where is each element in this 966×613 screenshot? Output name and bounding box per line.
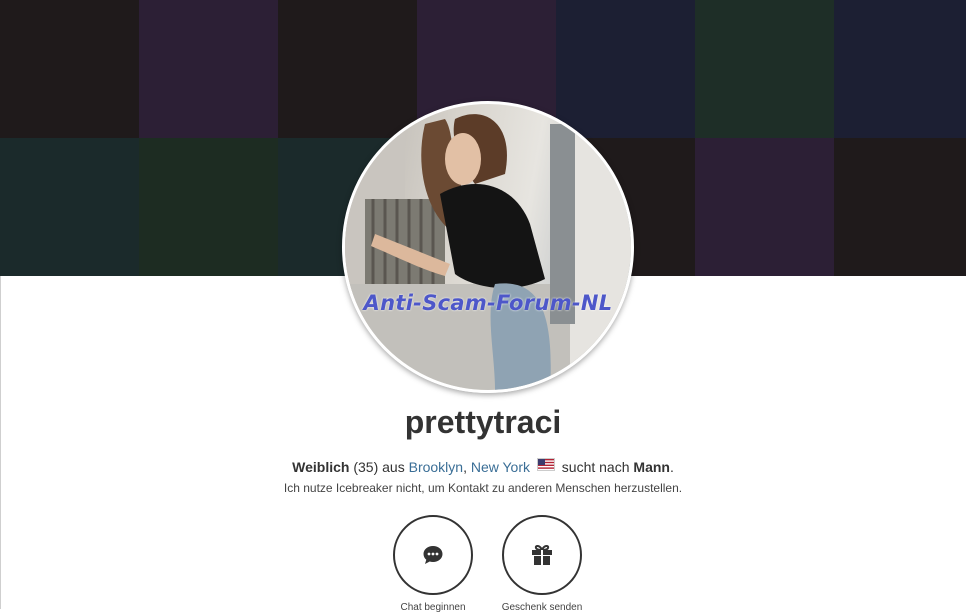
cover-tile	[139, 138, 278, 276]
cover-tile	[695, 0, 834, 138]
chat-bubble-icon	[423, 546, 443, 564]
seeking-value: Mann	[633, 459, 670, 475]
chat-action[interactable]: Chat beginnen	[373, 515, 493, 613]
sentence-period: .	[669, 459, 674, 475]
cover-tile	[834, 138, 966, 276]
profile-username: prettytraci	[404, 404, 562, 440]
gift-button-label: Geschenk senden	[501, 602, 583, 613]
cover-tile	[0, 138, 139, 276]
state-link[interactable]: New York	[471, 459, 530, 475]
city-link[interactable]: Brooklyn	[409, 459, 463, 475]
page-border	[0, 276, 1, 609]
cover-tile	[834, 0, 966, 138]
chat-button-label: Chat beginnen	[400, 602, 466, 613]
icebreaker-note: Ich nutze Icebreaker nicht, um Kontakt z…	[283, 481, 683, 495]
seeking-label: sucht nach	[561, 459, 630, 475]
profile-summary: Weiblich (35) aus Brooklyn, New York suc…	[0, 458, 966, 475]
age-value: (35)	[353, 459, 379, 475]
gift-action[interactable]: Geschenk senden	[482, 515, 602, 613]
avatar-photo	[345, 104, 631, 390]
gender-value: Weiblich	[292, 459, 350, 475]
cover-tile	[695, 138, 834, 276]
cover-tile	[139, 0, 278, 138]
location-prefix: aus	[382, 459, 405, 475]
profile-avatar[interactable]: Anti-Scam-Forum-NL	[342, 101, 634, 393]
avatar-watermark: Anti-Scam-Forum-NL	[363, 291, 613, 315]
us-flag-icon	[536, 458, 555, 471]
chat-button[interactable]	[393, 515, 473, 595]
location-separator: ,	[463, 459, 471, 475]
gift-icon	[532, 544, 552, 565]
gift-button[interactable]	[502, 515, 582, 595]
cover-tile	[0, 0, 139, 138]
